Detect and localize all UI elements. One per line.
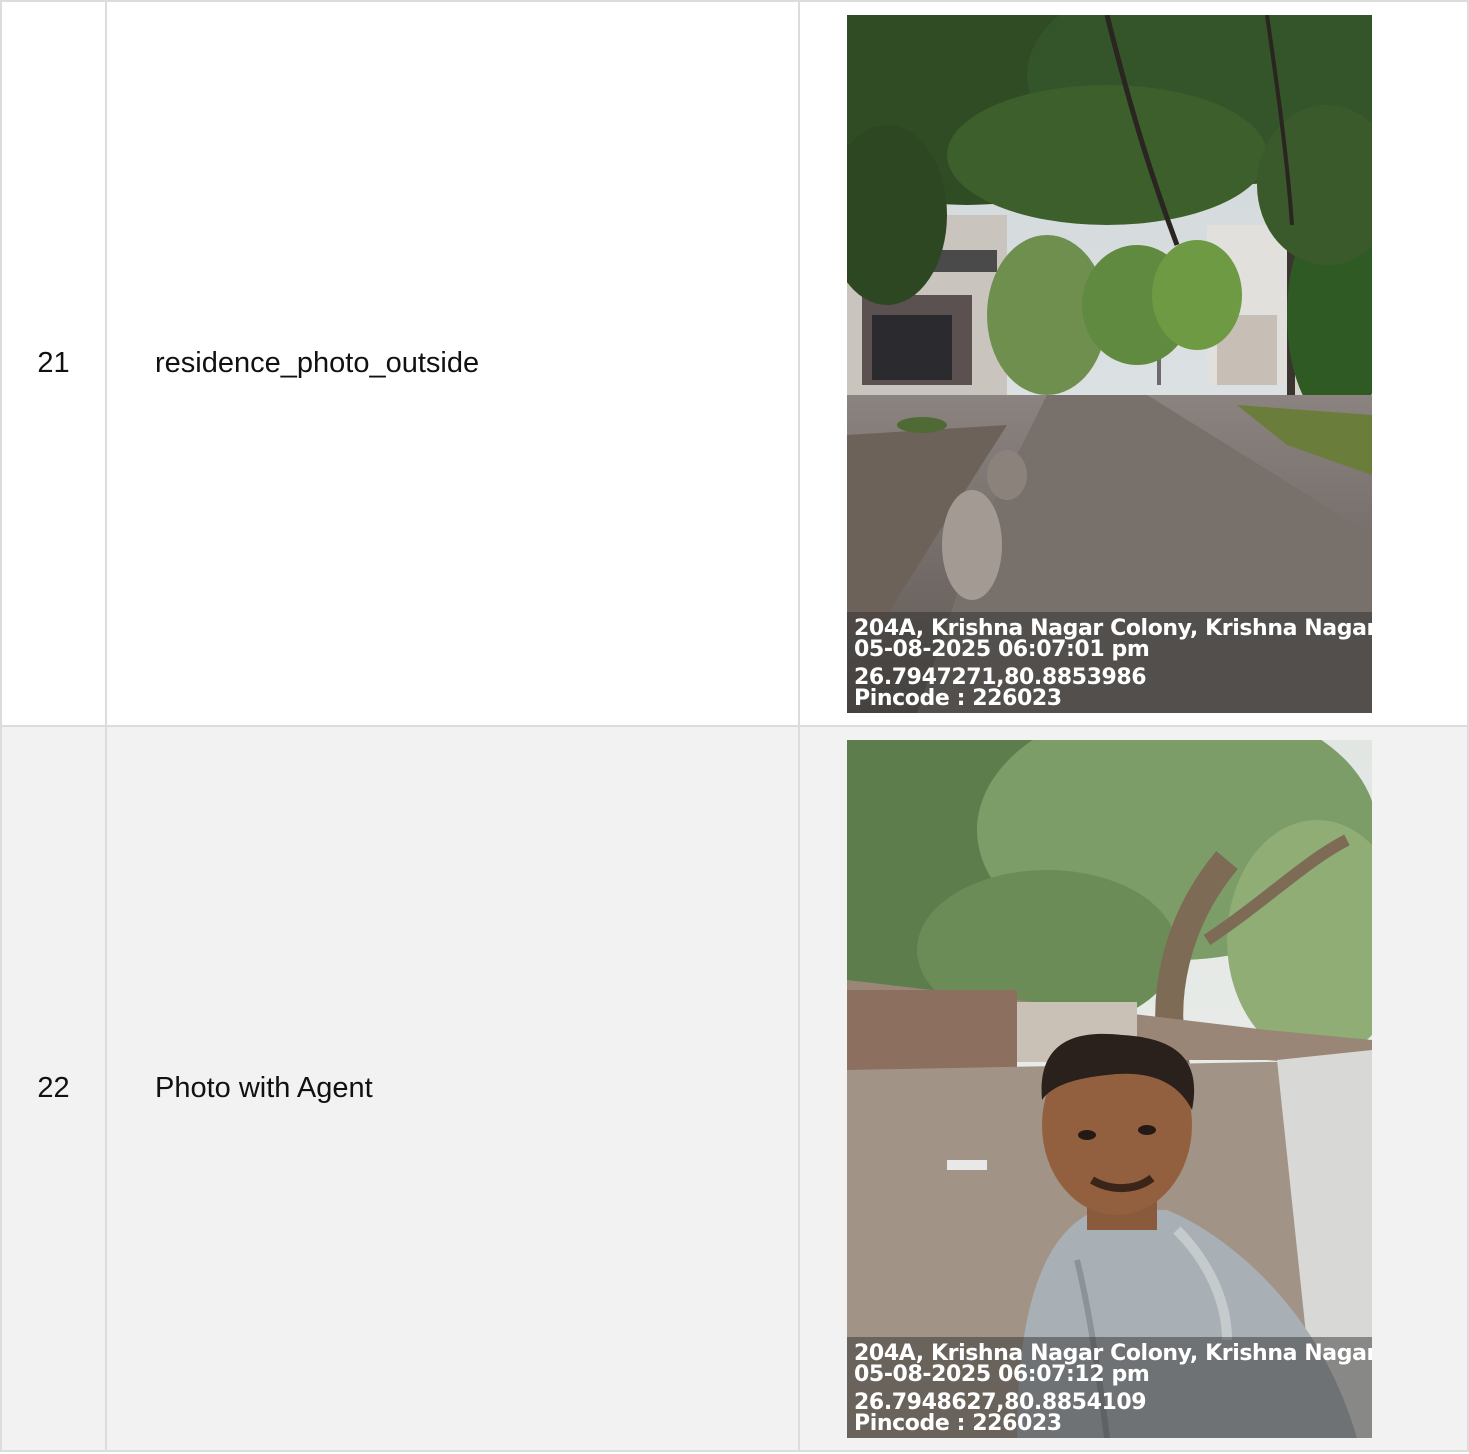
caption-pincode: Pincode : 226023 (854, 1410, 1062, 1436)
row-label: residence_photo_outside (105, 0, 800, 727)
table-row: 22 Photo with Agent 204A, Krishna Nagar … (0, 725, 1469, 1452)
photo-cell: 204A, Krishna Nagar Colony, Krishna Naga… (798, 725, 1469, 1452)
row-number: 21 (0, 0, 107, 727)
geotag-caption: 204A, Krishna Nagar Colony, Krishna Naga… (847, 1336, 1372, 1438)
table-row: 21 residence_photo_outside 204A, Krishna… (0, 0, 1469, 727)
street-scene-image (847, 14, 1372, 713)
residence-photo[interactable]: 204A, Krishna Nagar Colony, Krishna Naga… (847, 14, 1372, 713)
row-number: 22 (0, 725, 107, 1452)
geotag-caption: 204A, Krishna Nagar Colony, Krishna Naga… (847, 611, 1372, 713)
selfie-scene-image (847, 739, 1372, 1438)
agent-selfie-photo[interactable]: 204A, Krishna Nagar Colony, Krishna Naga… (847, 739, 1372, 1438)
caption-coordinates: 26.7948627,80.8854109 (854, 1389, 1147, 1415)
caption-datetime: 05-08-2025 06:07:12 pm (854, 1361, 1150, 1387)
photo-report-table: 21 residence_photo_outside 204A, Krishna… (0, 0, 1469, 1452)
caption-address: 204A, Krishna Nagar Colony, Krishna Naga… (854, 1340, 1372, 1366)
caption-coordinates: 26.7947271,80.8853986 (854, 664, 1147, 690)
caption-address: 204A, Krishna Nagar Colony, Krishna Naga… (854, 615, 1372, 641)
caption-pincode: Pincode : 226023 (854, 685, 1062, 711)
caption-datetime: 05-08-2025 06:07:01 pm (854, 636, 1150, 662)
row-label: Photo with Agent (105, 725, 800, 1452)
photo-cell: 204A, Krishna Nagar Colony, Krishna Naga… (798, 0, 1469, 727)
